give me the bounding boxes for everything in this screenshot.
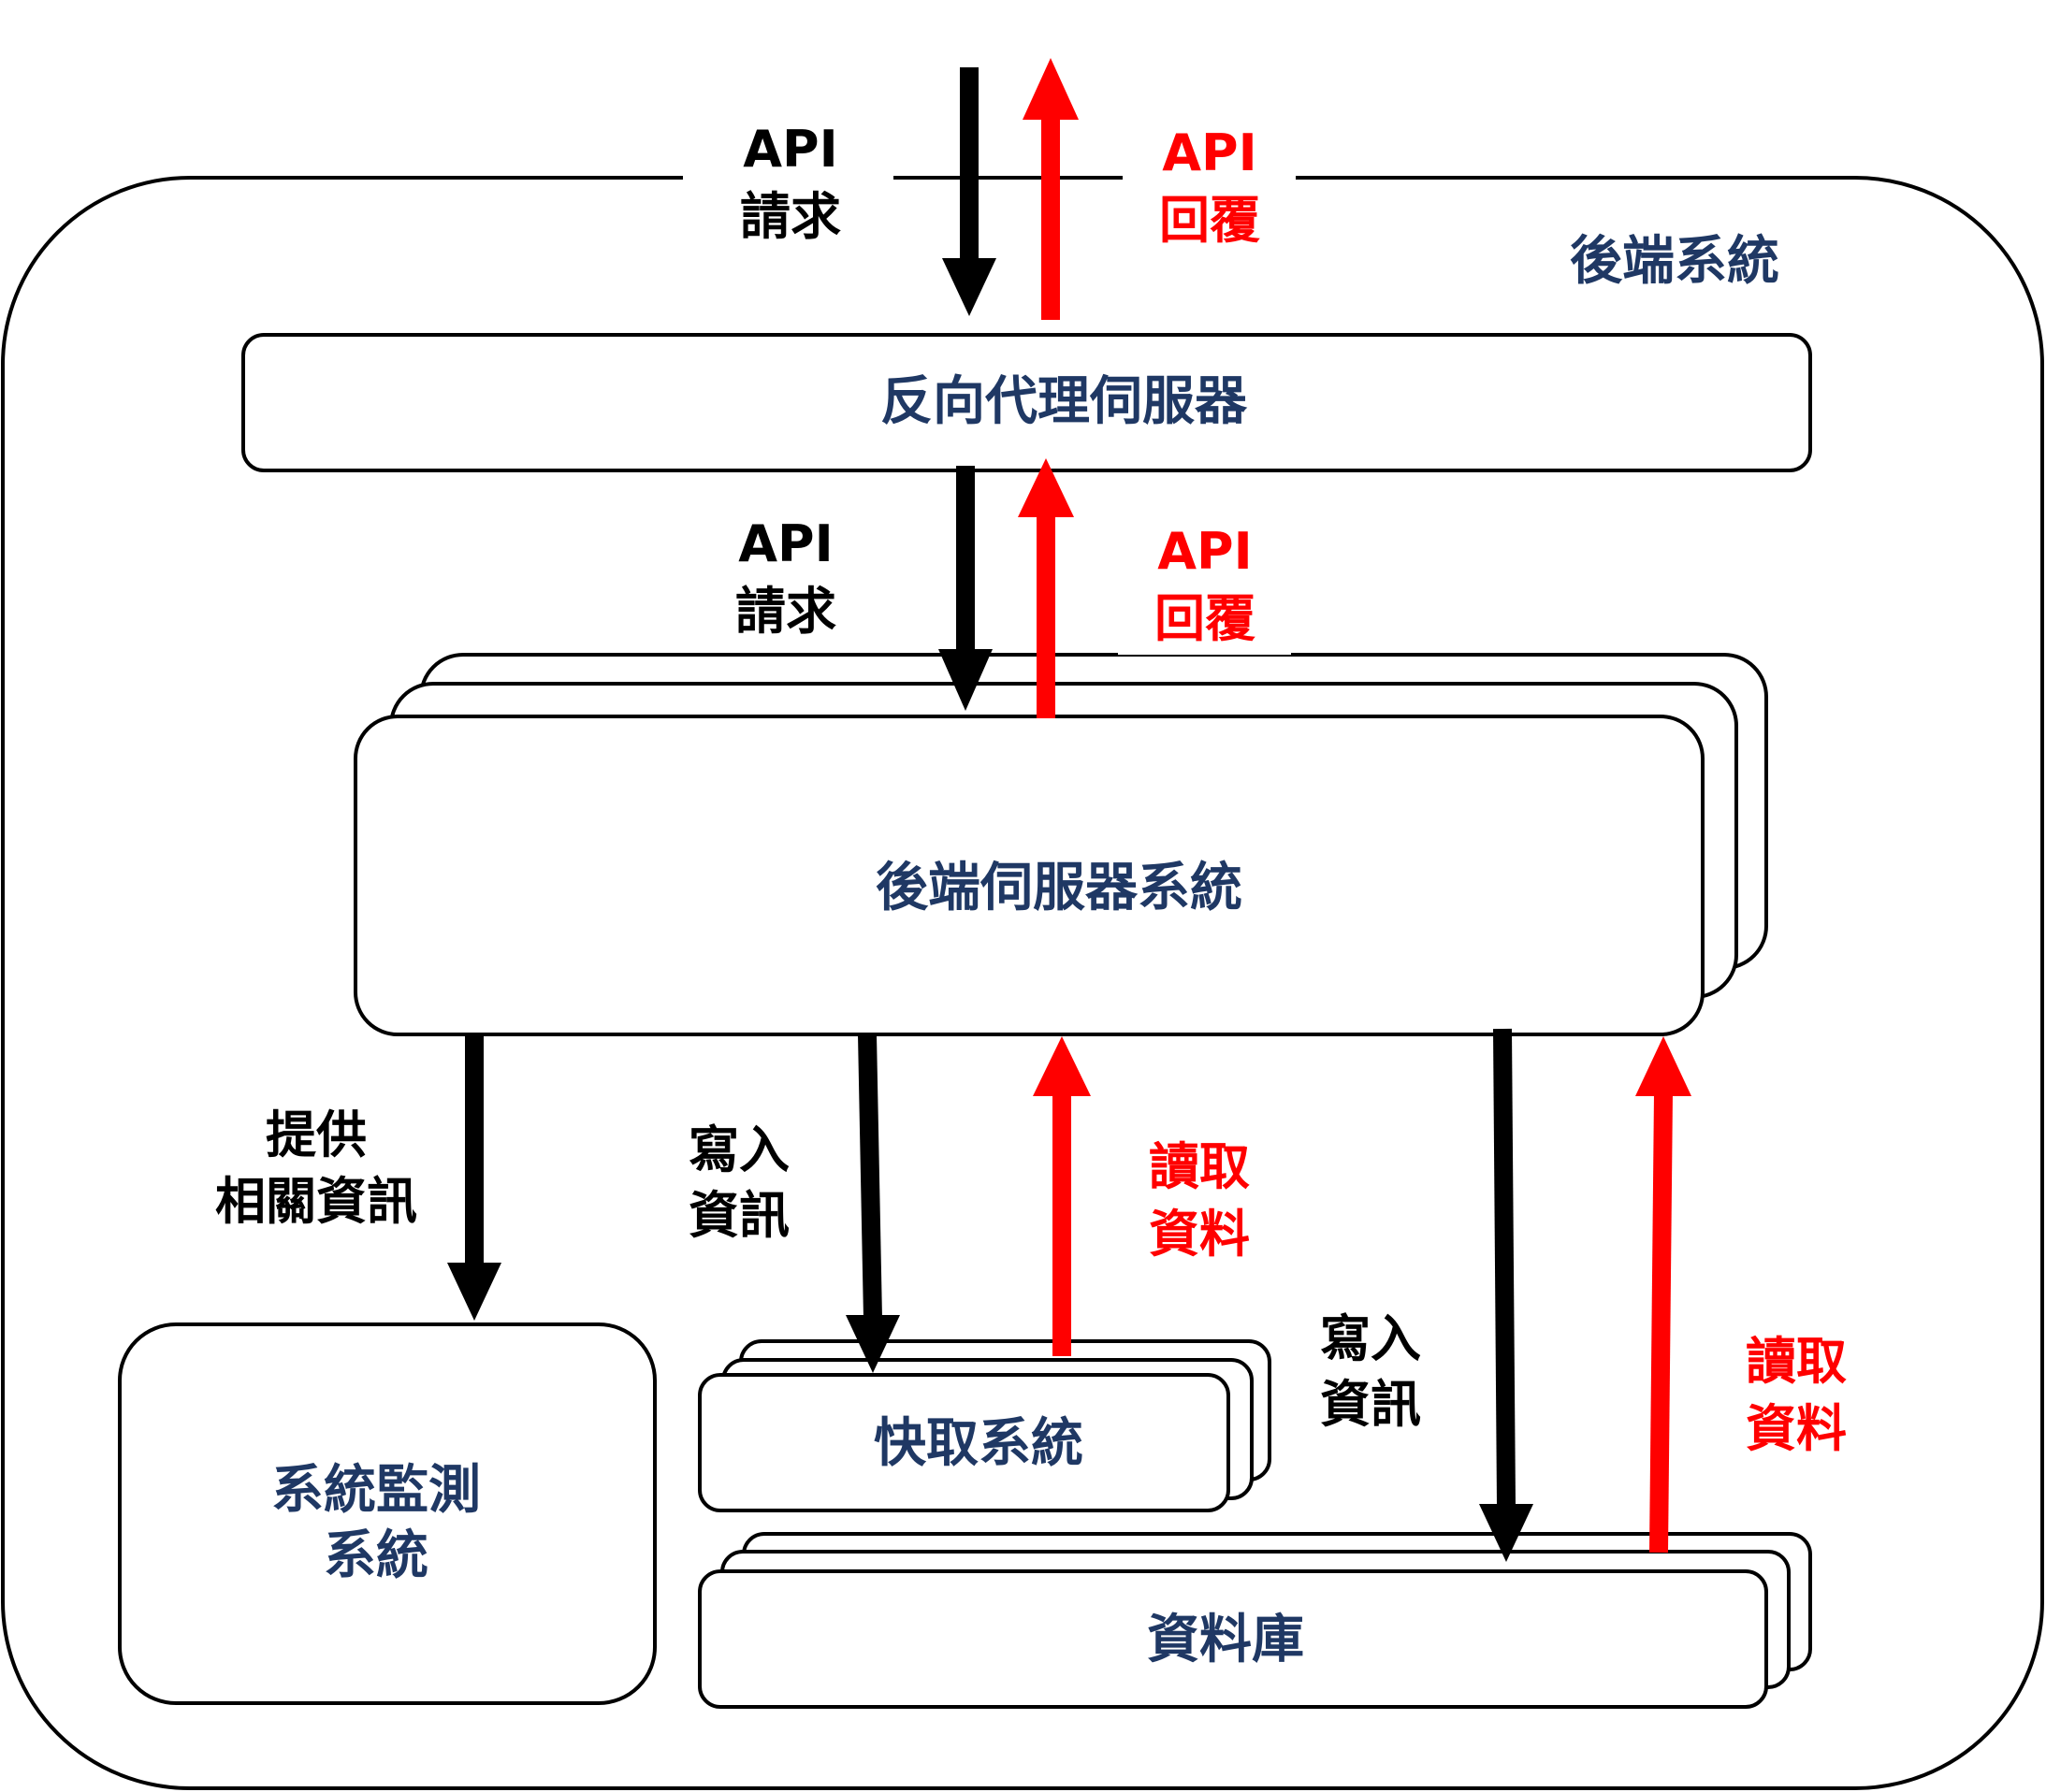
arrow-db-write <box>1479 1028 1533 1562</box>
monitoring-label-line1: 系統監測 <box>271 1460 481 1521</box>
db-read-label-line2: 資料 <box>1746 1399 1847 1458</box>
database-label: 資料庫 <box>1147 1610 1304 1670</box>
arrow-top-request <box>942 67 996 316</box>
cache-write-label-line2: 資訊 <box>689 1186 790 1245</box>
db-write-label-line1: 寫入 <box>1320 1309 1421 1368</box>
cache-label: 快取系統 <box>874 1413 1083 1474</box>
mid-request-label-line2: 請求 <box>735 582 836 641</box>
mid-response-label-line2: 回覆 <box>1154 589 1255 648</box>
top-request-label-line2: 請求 <box>740 187 841 246</box>
arrow-top-response <box>1023 58 1079 320</box>
arrow-cache-write <box>846 1033 900 1373</box>
provide-info-label-line2: 相關資訊 <box>215 1172 417 1231</box>
arrow-provide-info <box>447 1034 501 1321</box>
reverse-proxy-label: 反向代理伺服器 <box>880 371 1248 432</box>
architecture-diagram: 後端系統 反向代理伺服器 後端伺服器系統 系統監測 系統 快取系統 資料庫 AP… <box>1 58 2044 1790</box>
db-read-label-line1: 讀取 <box>1746 1332 1847 1391</box>
arrow-db-read <box>1635 1036 1691 1554</box>
cache-read-label-line2: 資料 <box>1149 1205 1250 1264</box>
backend-servers-label: 後端伺服器系統 <box>876 858 1242 918</box>
top-response-label-line1: API <box>1162 123 1256 182</box>
backend-system-title: 後端系統 <box>1570 231 1779 292</box>
mid-response-label-line1: API <box>1157 522 1252 581</box>
db-write-label-line2: 資訊 <box>1320 1375 1421 1434</box>
top-response-label-line2: 回覆 <box>1159 191 1260 250</box>
top-request-label-line1: API <box>743 120 837 179</box>
arrow-cache-read <box>1033 1036 1091 1356</box>
monitoring-label-line2: 系統 <box>324 1525 428 1586</box>
cache-read-label-line1: 讀取 <box>1149 1137 1250 1196</box>
provide-info-label-line1: 提供 <box>266 1106 367 1164</box>
cache-write-label-line1: 寫入 <box>689 1120 790 1179</box>
mid-request-label-line1: API <box>738 514 833 573</box>
